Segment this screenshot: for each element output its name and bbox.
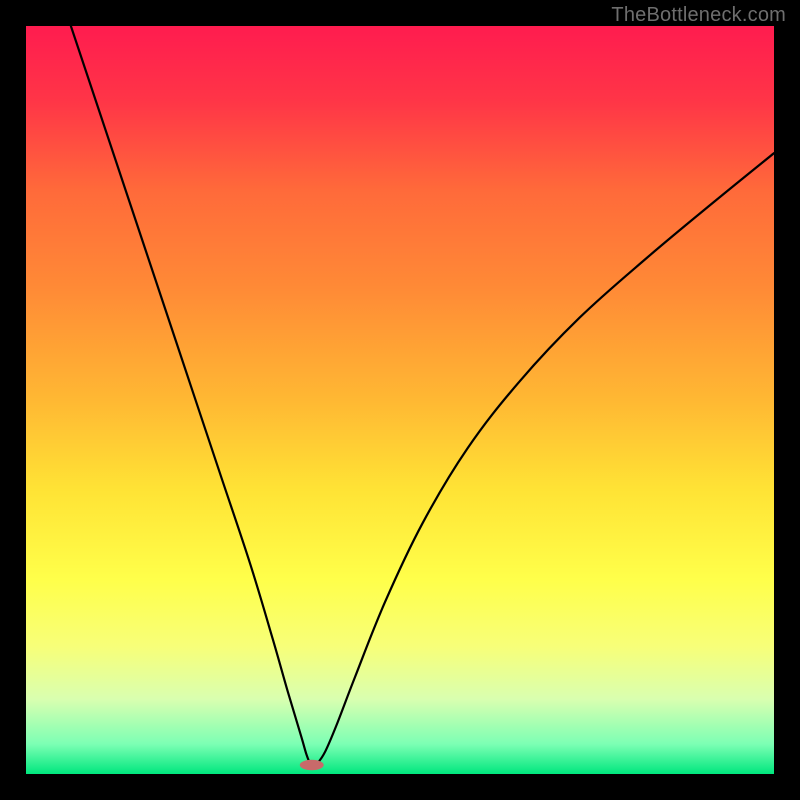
- chart-frame: TheBottleneck.com: [0, 0, 800, 800]
- minimum-marker: [300, 760, 324, 770]
- plot-area: [26, 26, 774, 774]
- gradient-background: [26, 26, 774, 774]
- chart-svg: [26, 26, 774, 774]
- watermark-text: TheBottleneck.com: [611, 4, 786, 27]
